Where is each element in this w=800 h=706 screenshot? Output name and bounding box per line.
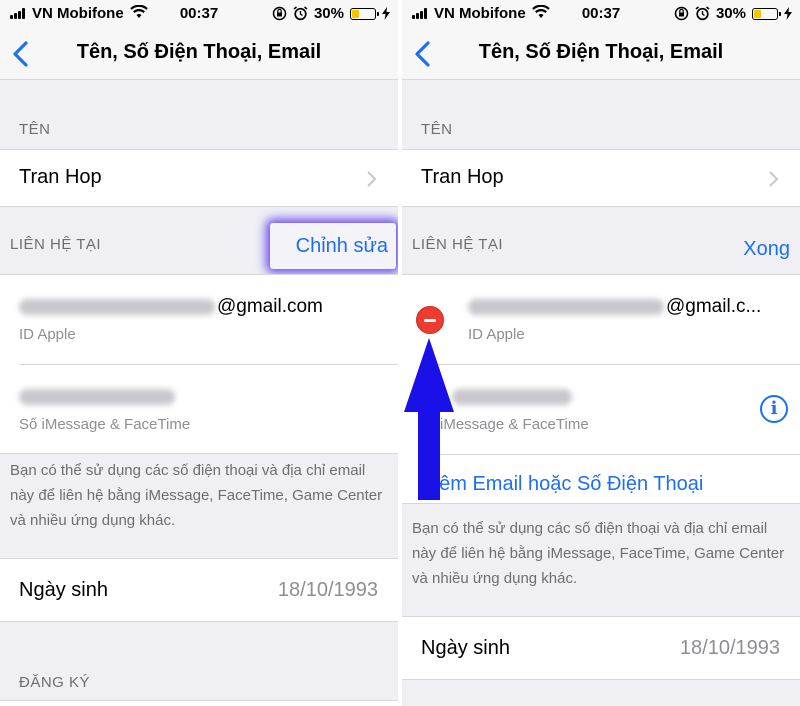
add-email-or-phone-link[interactable]: hêm Email hoặc Số Điện Thoại <box>428 473 703 496</box>
email-domain: @gmail.c... <box>666 296 762 317</box>
row-separator <box>421 454 800 455</box>
name-cell[interactable]: Tran Hop <box>0 149 398 207</box>
email-redacted <box>468 298 664 315</box>
birthday-value: 18/10/1993 <box>277 579 378 601</box>
chevron-right-icon <box>367 171 377 187</box>
contact-section-header: LIÊN HỆ TẠI <box>10 236 102 253</box>
birthday-cell[interactable]: Ngày sinh 18/10/1993 <box>402 616 800 680</box>
email-redacted <box>19 298 215 315</box>
settings-screen-editing: VN Mobifone 00:37 30% Tên, Số Điện Thoại… <box>402 0 800 706</box>
page-title: Tên, Số Điện Thoại, Email <box>478 41 724 63</box>
battery-icon <box>350 7 379 20</box>
chevron-right-icon <box>769 171 779 187</box>
register-section-header: ĐĂNG KÝ <box>19 674 91 691</box>
email-domain: @gmail.com <box>217 296 323 317</box>
charging-bolt-icon <box>784 7 792 20</box>
rotation-lock-icon <box>272 6 287 21</box>
birthday-cell[interactable]: Ngày sinh 18/10/1993 <box>0 558 398 622</box>
name-value: Tran Hop <box>19 166 102 188</box>
phone-redacted <box>19 388 175 405</box>
info-icon[interactable]: i <box>760 395 788 423</box>
alarm-icon <box>695 6 710 21</box>
contact-footer-note: Bạn có thể sử dụng các số điện thoại và … <box>412 520 785 587</box>
page-title: Tên, Số Điện Thoại, Email <box>76 41 322 63</box>
rotation-lock-icon <box>674 6 689 21</box>
up-arrow-annotation <box>404 338 454 500</box>
birthday-value: 18/10/1993 <box>679 637 780 659</box>
done-button[interactable]: Xong <box>743 238 790 261</box>
register-cell <box>0 700 398 706</box>
contact-list: @gmail.c... ID Apple iMessage & FaceTime… <box>402 274 800 504</box>
status-bar: VN Mobifone 00:37 30% <box>0 0 398 28</box>
phone-redacted <box>452 388 572 405</box>
email-sub: ID Apple <box>19 326 76 343</box>
edit-button[interactable]: Chỉnh sửa <box>270 223 396 269</box>
charging-bolt-icon <box>382 7 390 20</box>
name-value: Tran Hop <box>421 166 504 188</box>
row-separator <box>19 364 398 365</box>
email-sub: ID Apple <box>468 326 525 343</box>
contact-section-header: LIÊN HỆ TẠI <box>412 236 504 253</box>
contact-list: @gmail.com ID Apple Số iMessage & FaceTi… <box>0 274 398 454</box>
phone-sub: Số iMessage & FaceTime <box>19 416 191 433</box>
status-bar: VN Mobifone 00:37 30% <box>402 0 800 28</box>
battery-percent: 30% <box>715 5 746 22</box>
alarm-icon <box>293 6 308 21</box>
birthday-label: Ngày sinh <box>19 579 108 601</box>
delete-circle-icon[interactable] <box>416 306 444 334</box>
navigation-bar: Tên, Số Điện Thoại, Email <box>402 28 800 80</box>
row-separator <box>421 364 800 365</box>
navigation-bar: Tên, Số Điện Thoại, Email <box>0 28 398 80</box>
birthday-label: Ngày sinh <box>421 637 510 659</box>
battery-icon <box>752 7 781 20</box>
name-section-header: TÊN <box>421 121 453 138</box>
name-cell[interactable]: Tran Hop <box>402 149 800 207</box>
contact-footer-note: Bạn có thể sử dụng các số điện thoại và … <box>10 462 383 529</box>
name-section-header: TÊN <box>19 121 51 138</box>
battery-percent: 30% <box>313 5 344 22</box>
phone-sub: iMessage & FaceTime <box>440 416 589 433</box>
settings-screen-before: VN Mobifone 00:37 30% Tên, Số Điện Thoại… <box>0 0 398 706</box>
